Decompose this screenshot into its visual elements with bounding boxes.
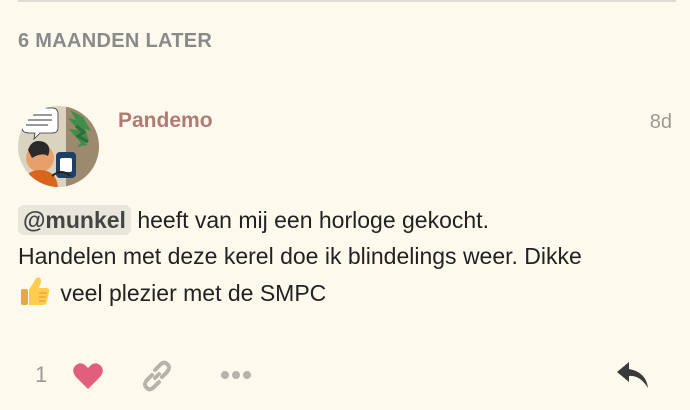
top-divider <box>18 0 676 2</box>
time-gap-label: 6 MAANDEN LATER <box>18 30 213 52</box>
post-text-3: veel plezier met de SMPC <box>54 280 327 306</box>
post-line-1: @munkel heeft van mij een horloge gekoch… <box>18 202 678 238</box>
post-actions: 1 <box>0 356 690 396</box>
thumbs-up-icon <box>18 274 52 318</box>
reply-icon[interactable] <box>616 360 650 395</box>
link-icon[interactable] <box>141 360 173 397</box>
post-text-2: Handelen met deze kerel doe ik blindelin… <box>18 243 582 269</box>
user-mention[interactable]: @munkel <box>18 205 131 235</box>
post-date[interactable]: 8d <box>650 111 672 134</box>
post-text-1: heeft van mij een horloge gekocht. <box>130 207 489 233</box>
like-count[interactable]: 1 <box>35 362 47 388</box>
heart-icon[interactable] <box>72 362 104 395</box>
post-line-3: veel plezier met de SMPC <box>18 274 678 318</box>
more-icon[interactable] <box>220 368 252 386</box>
post-body: @munkel heeft van mij een horloge gekoch… <box>18 202 678 318</box>
username[interactable]: Pandemo <box>118 109 213 133</box>
avatar[interactable] <box>18 106 99 187</box>
